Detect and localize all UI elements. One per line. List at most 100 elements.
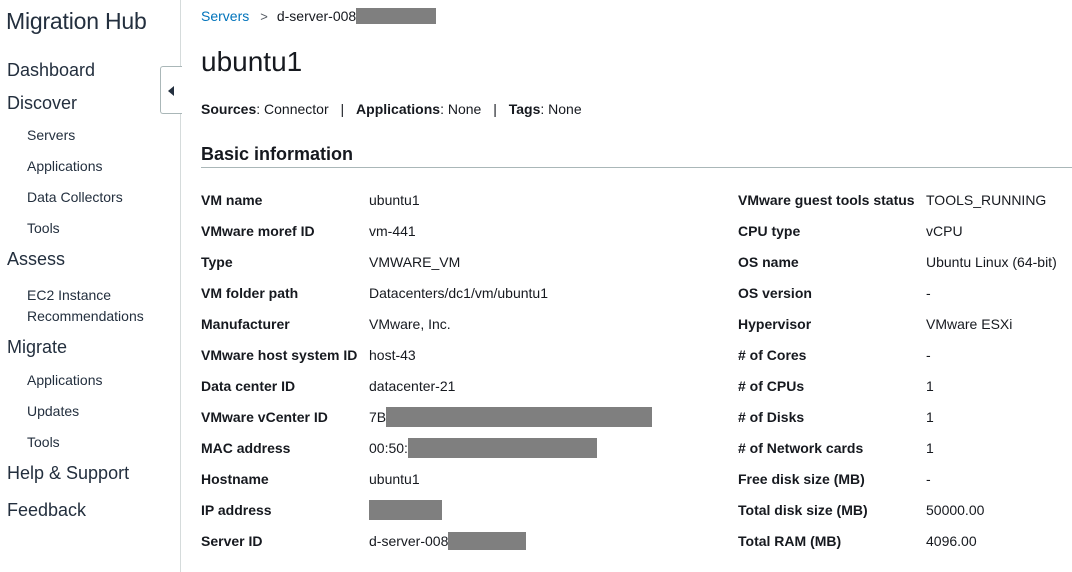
detail-value: vm-441 (369, 223, 416, 239)
detail-value: 1 (926, 440, 934, 456)
nav-assess-ec2-recommendations[interactable]: EC2 Instance Recommendations (27, 285, 144, 327)
detail-row: Server ID d-server-008 (201, 531, 701, 551)
redaction-block (369, 500, 442, 520)
detail-row: VMware vCenter ID 7B (201, 407, 701, 427)
detail-value: vCPU (926, 223, 963, 239)
applications-label: Applications (356, 101, 441, 117)
detail-label: VMware vCenter ID (201, 409, 328, 425)
detail-label: OS name (738, 254, 799, 270)
breadcrumb-servers-link[interactable]: Servers (201, 8, 249, 24)
detail-row: Data center ID datacenter-21 (201, 376, 701, 396)
applications-value: : None (440, 101, 482, 117)
detail-label: VMware host system ID (201, 347, 358, 363)
detail-label: Data center ID (201, 378, 296, 394)
detail-value: VMware, Inc. (369, 316, 451, 332)
detail-row: Hypervisor VMware ESXi (738, 314, 1072, 334)
detail-row: Total disk size (MB) 50000.00 (738, 500, 1072, 520)
nav-discover-data-collectors[interactable]: Data Collectors (27, 187, 123, 208)
detail-label: Manufacturer (201, 316, 290, 332)
detail-label: MAC address (201, 440, 291, 456)
nav-assess[interactable]: Assess (7, 249, 65, 270)
detail-value-wrap: d-server-008 (369, 531, 527, 551)
redaction-block (356, 8, 437, 24)
nav-discover-applications[interactable]: Applications (27, 156, 103, 177)
detail-label: Hostname (201, 471, 269, 487)
nav-help-support[interactable]: Help & Support (7, 463, 129, 484)
detail-value-wrap: 00:50: (369, 438, 597, 458)
collapse-sidebar-button[interactable] (160, 66, 182, 114)
nav-discover-servers[interactable]: Servers (27, 125, 75, 146)
detail-label: Free disk size (MB) (738, 471, 865, 487)
breadcrumb-separator: > (260, 8, 268, 24)
breadcrumb-current: d-server-008 (276, 8, 357, 24)
detail-value: 1 (926, 378, 934, 394)
detail-label: Total disk size (MB) (738, 502, 868, 518)
detail-row: CPU type vCPU (738, 221, 1072, 241)
detail-row: VM folder path Datacenters/dc1/vm/ubuntu… (201, 283, 701, 303)
detail-row: VMware host system ID host-43 (201, 345, 701, 365)
detail-value-wrap (369, 500, 442, 520)
detail-value: Datacenters/dc1/vm/ubuntu1 (369, 285, 548, 301)
detail-value: Ubuntu Linux (64-bit) (926, 254, 1057, 270)
main-content: Servers > d-server-008 ubuntu1 Sources: … (201, 0, 1072, 572)
caret-left-icon (168, 86, 174, 96)
tags-value: : None (540, 101, 582, 117)
detail-value: 1 (926, 409, 934, 425)
detail-value: - (926, 347, 931, 363)
page-title: ubuntu1 (201, 46, 303, 77)
detail-row: VM name ubuntu1 (201, 190, 701, 210)
detail-value: - (926, 285, 931, 301)
nav-migrate-updates[interactable]: Updates (27, 401, 79, 422)
section-divider (201, 167, 1072, 168)
nav-migrate-applications[interactable]: Applications (27, 370, 103, 391)
nav-migrate-tools[interactable]: Tools (27, 432, 60, 453)
detail-row: Free disk size (MB) - (738, 469, 1072, 489)
detail-row: Type VMWARE_VM (201, 252, 701, 272)
detail-value: VMware ESXi (926, 316, 1013, 332)
nav-dashboard[interactable]: Dashboard (7, 60, 95, 81)
detail-value: host-43 (369, 347, 416, 363)
nav-migrate[interactable]: Migrate (7, 337, 67, 358)
detail-value: 50000.00 (926, 502, 985, 518)
detail-value: VMWARE_VM (369, 254, 461, 270)
nav-feedback[interactable]: Feedback (7, 500, 86, 521)
detail-label: # of Cores (738, 347, 807, 363)
detail-value: 7B (369, 409, 387, 425)
detail-row: Total RAM (MB) 4096.00 (738, 531, 1072, 551)
breadcrumb: Servers > d-server-008 (201, 8, 437, 24)
meta-divider: | (493, 101, 497, 117)
tags-label: Tags (508, 101, 541, 117)
detail-value: - (926, 471, 931, 487)
app-title: Migration Hub (6, 8, 147, 34)
detail-row: VMware moref ID vm-441 (201, 221, 701, 241)
sources-value: : Connector (256, 101, 329, 117)
detail-label: Hypervisor (738, 316, 812, 332)
detail-label: Server ID (201, 533, 263, 549)
detail-value: TOOLS_RUNNING (926, 192, 1047, 208)
detail-label: VM folder path (201, 285, 299, 301)
redaction-block (407, 438, 597, 458)
detail-label: VM name (201, 192, 263, 208)
detail-label: IP address (201, 502, 272, 518)
nav-discover[interactable]: Discover (7, 93, 77, 114)
detail-value: datacenter-21 (369, 378, 456, 394)
detail-label: # of Disks (738, 409, 805, 425)
detail-row: MAC address 00:50: (201, 438, 701, 458)
detail-row: OS version - (738, 283, 1072, 303)
detail-label: # of CPUs (738, 378, 805, 394)
detail-row: # of CPUs 1 (738, 376, 1072, 396)
detail-label: # of Network cards (738, 440, 864, 456)
detail-label: CPU type (738, 223, 801, 239)
detail-value: d-server-008 (369, 533, 449, 549)
detail-row: Hostname ubuntu1 (201, 469, 701, 489)
meta-divider: | (340, 101, 345, 117)
detail-label: VMware moref ID (201, 223, 315, 239)
detail-label: Total RAM (MB) (738, 533, 842, 549)
detail-row: # of Network cards 1 (738, 438, 1072, 458)
detail-row: Manufacturer VMware, Inc. (201, 314, 701, 334)
detail-row: # of Disks 1 (738, 407, 1072, 427)
detail-row: OS name Ubuntu Linux (64-bit) (738, 252, 1072, 272)
detail-row: # of Cores - (738, 345, 1072, 365)
nav-discover-tools[interactable]: Tools (27, 218, 60, 239)
redaction-block (448, 532, 527, 550)
